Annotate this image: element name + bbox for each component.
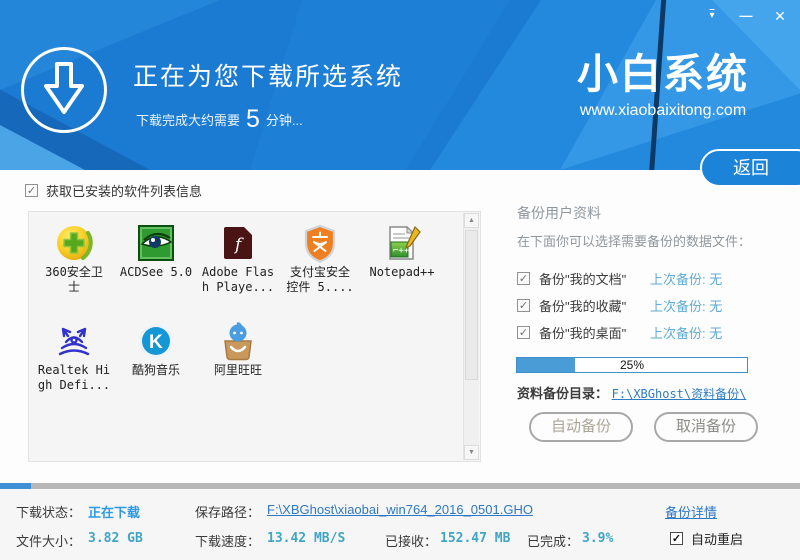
menu-dropdown-icon[interactable]: ▾ (702, 7, 722, 25)
backup-row-documents[interactable]: ✓ 备份"我的文档" 上次备份: 无 (517, 269, 722, 288)
page-subtitle: 下载完成大约需要 5 分钟... (136, 103, 303, 133)
cancel-backup-button[interactable]: 取消备份 (654, 412, 758, 442)
download-speed-value: 13.42 MB/S (267, 531, 346, 546)
page-title: 正在为您下载所选系统 (133, 63, 404, 91)
acdsee-eye-icon (136, 223, 176, 263)
scroll-down-icon[interactable]: ▼ (464, 445, 479, 460)
file-size-label: 文件大小： (16, 534, 82, 549)
file-size-value: 3.82 GB (88, 531, 143, 546)
software-item-alipay[interactable]: 支付宝安全 控件 5.... (279, 219, 361, 317)
completed-value: 3.9% (582, 531, 614, 546)
backup-directory-link[interactable]: F:\XBGhost\资料备份\ (612, 387, 747, 401)
app-window: ▾ — ✕ 正在为您下载所选系统 下载完成大约需要 5 分钟... 小白系统 www… (0, 0, 800, 560)
kugou-music-icon: K (136, 321, 176, 361)
last-backup-link[interactable]: 上次备份: 无 (650, 296, 722, 315)
software-item-label: 酷狗音乐 (131, 363, 180, 377)
auto-restart-row[interactable]: ✓ 自动重启 (670, 529, 743, 548)
subtitle-suffix: 分钟... (265, 113, 303, 128)
auto-backup-button[interactable]: 自动备份 (529, 412, 633, 442)
backup-directory-label: 资料备份目录： (517, 386, 609, 401)
backup-row-favorites[interactable]: ✓ 备份"我的收藏" 上次备份: 无 (517, 296, 722, 315)
notepad-plus-icon: ⌐++ (382, 223, 422, 263)
subtitle-minutes: 5 (246, 105, 260, 133)
software-item-label: Adobe Flas h Playe... (201, 265, 275, 294)
aliwangwang-icon (218, 321, 258, 361)
software-list-scrollbar[interactable]: ▲ ▼ (463, 213, 479, 460)
software-item-realtek[interactable]: Realtek Hi gh Defi... (33, 317, 115, 415)
brand-logo: 小白系统 www.xiaobaixitong.com (558, 48, 768, 120)
download-circle-icon (21, 47, 107, 133)
backup-desktop-checkbox[interactable]: ✓ (517, 326, 530, 339)
software-item-flash[interactable]: f Adobe Flas h Playe... (197, 219, 279, 317)
back-button[interactable]: 返回 (700, 149, 800, 187)
backup-row-label: 备份"我的桌面" (539, 326, 627, 341)
completed-label: 已完成： (527, 534, 580, 549)
backup-row-label: 备份"我的文档" (539, 272, 627, 287)
flash-player-icon: f (218, 223, 258, 263)
close-icon[interactable]: ✕ (770, 7, 790, 25)
subtitle-prefix: 下载完成大约需要 (136, 113, 241, 128)
backup-panel-title: 备份用户资料 (517, 205, 601, 221)
auto-restart-checkbox[interactable]: ✓ (670, 532, 683, 545)
received-value: 152.47 MB (440, 531, 511, 546)
get-software-list-checkbox[interactable]: ✓ (25, 184, 38, 197)
auto-restart-label: 自动重启 (691, 532, 744, 547)
software-item-360[interactable]: 360安全卫 士 (33, 219, 115, 317)
save-path-label: 保存路径： (195, 505, 261, 520)
get-software-list-row[interactable]: ✓ 获取已安装的软件列表信息 (25, 181, 202, 200)
backup-details-link[interactable]: 备份详情 (665, 502, 717, 521)
backup-row-desktop[interactable]: ✓ 备份"我的桌面" 上次备份: 无 (517, 323, 722, 342)
software-item-label: ACDSee 5.0 (119, 265, 193, 279)
software-item-notepad[interactable]: ⌐++ Notepad++ (361, 219, 443, 317)
backup-documents-checkbox[interactable]: ✓ (517, 272, 530, 285)
software-grid: 360安全卫 士 ACDSee 5.0 f Adobe Flas h Playe… (33, 219, 443, 415)
backup-progress-text: 25% (619, 358, 645, 372)
last-backup-link[interactable]: 上次备份: 无 (650, 269, 722, 288)
software-item-label: 支付宝安全 控件 5.... (286, 265, 354, 294)
360-safety-icon (54, 223, 94, 263)
software-item-label: Realtek Hi gh Defi... (37, 363, 111, 392)
software-item-label: 360安全卫 士 (45, 265, 103, 294)
software-item-label: Notepad++ (369, 265, 435, 279)
software-item-acdsee[interactable]: ACDSee 5.0 (115, 219, 197, 317)
backup-directory-row: 资料备份目录： F:\XBGhost\资料备份\ (517, 383, 746, 402)
minimize-icon[interactable]: — (736, 7, 756, 25)
backup-progress-bar: 25% (516, 357, 748, 373)
download-status-label: 下载状态： (16, 505, 82, 520)
alipay-shield-icon (300, 223, 340, 263)
download-status-value: 正在下载 (88, 505, 141, 520)
svg-text:K: K (149, 332, 163, 353)
brand-website: www.xiaobaixitong.com (579, 102, 747, 119)
backup-row-label: 备份"我的收藏" (539, 299, 627, 314)
save-path-link[interactable]: F:\XBGhost\xiaobai_win764_2016_0501.GHO (267, 502, 533, 517)
software-item-kugou[interactable]: K 酷狗音乐 (115, 317, 197, 415)
download-speed-label: 下载速度： (195, 534, 261, 549)
get-software-list-label: 获取已安装的软件列表信息 (46, 184, 203, 199)
installed-software-panel: 360安全卫 士 ACDSee 5.0 f Adobe Flas h Playe… (28, 211, 481, 462)
realtek-crab-icon (54, 321, 94, 361)
backup-favorites-checkbox[interactable]: ✓ (517, 299, 530, 312)
brand-logo-text: 小白系统 (577, 51, 749, 97)
received-label: 已接收： (385, 534, 438, 549)
backup-panel-description: 在下面你可以选择需要备份的数据文件： (517, 234, 752, 249)
window-controls: ▾ — ✕ (702, 7, 790, 25)
scroll-up-icon[interactable]: ▲ (464, 213, 479, 228)
scrollbar-thumb[interactable] (465, 230, 478, 380)
last-backup-link[interactable]: 上次备份: 无 (650, 323, 722, 342)
status-bar: 下载状态： 正在下载 保存路径： F:\XBGhost\xiaobai_win7… (0, 489, 800, 560)
software-item-aliwangwang[interactable]: 阿里旺旺 (197, 317, 279, 415)
software-item-label: 阿里旺旺 (213, 363, 262, 377)
header: ▾ — ✕ 正在为您下载所选系统 下载完成大约需要 5 分钟... 小白系统 www… (0, 0, 800, 170)
